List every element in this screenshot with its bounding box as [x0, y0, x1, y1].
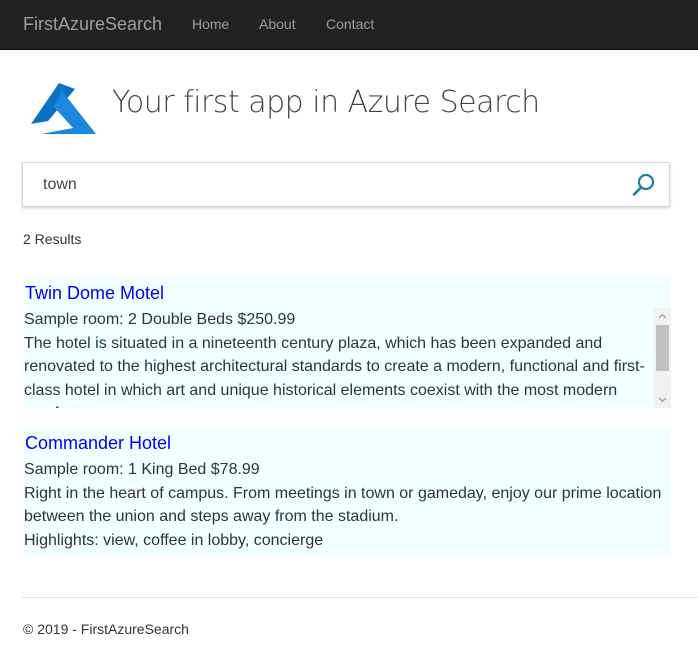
- result-highlights: Highlights: view, coffee in lobby, conci…: [24, 531, 324, 549]
- scrollbar-thumb[interactable]: [656, 325, 669, 371]
- result-body: Sample room: 1 King Bed $78.99 Right in …: [24, 458, 669, 552]
- result-description: Right in the heart of campus. From meeti…: [24, 484, 662, 526]
- navbar: FirstAzureSearch Home About Contact: [0, 0, 698, 50]
- nav-link-home[interactable]: Home: [192, 16, 229, 32]
- search-icon[interactable]: [631, 172, 657, 198]
- search-input[interactable]: [43, 163, 603, 206]
- scroll-down-icon[interactable]: [654, 391, 671, 408]
- result-title-link[interactable]: Commander Hotel: [25, 432, 171, 454]
- result-item: Twin Dome Motel Sample room: 2 Double Be…: [23, 277, 671, 409]
- result-description: The hotel is situated in a nineteenth ce…: [24, 334, 645, 409]
- result-item: Commander Hotel Sample room: 1 King Bed …: [23, 427, 670, 557]
- footer-text: © 2019 - FirstAzureSearch: [23, 621, 189, 637]
- result-count: 2 Results: [23, 231, 82, 247]
- nav-link-contact[interactable]: Contact: [326, 16, 374, 32]
- nav-link-about[interactable]: About: [259, 16, 296, 32]
- result-description-scroll[interactable]: Sample room: 2 Double Beds $250.99 The h…: [23, 308, 671, 408]
- page-title: Your first app in Azure Search: [112, 85, 540, 120]
- azure-logo-icon: [31, 83, 96, 134]
- scrollbar[interactable]: [654, 308, 671, 408]
- search-box: [22, 162, 670, 207]
- footer-divider: [22, 597, 698, 598]
- result-room: Sample room: 1 King Bed $78.99: [24, 461, 260, 478]
- scroll-up-icon[interactable]: [654, 308, 671, 325]
- result-title-link[interactable]: Twin Dome Motel: [25, 282, 164, 304]
- result-room: Sample room: 2 Double Beds $250.99: [24, 311, 296, 328]
- navbar-brand[interactable]: FirstAzureSearch: [23, 14, 162, 34]
